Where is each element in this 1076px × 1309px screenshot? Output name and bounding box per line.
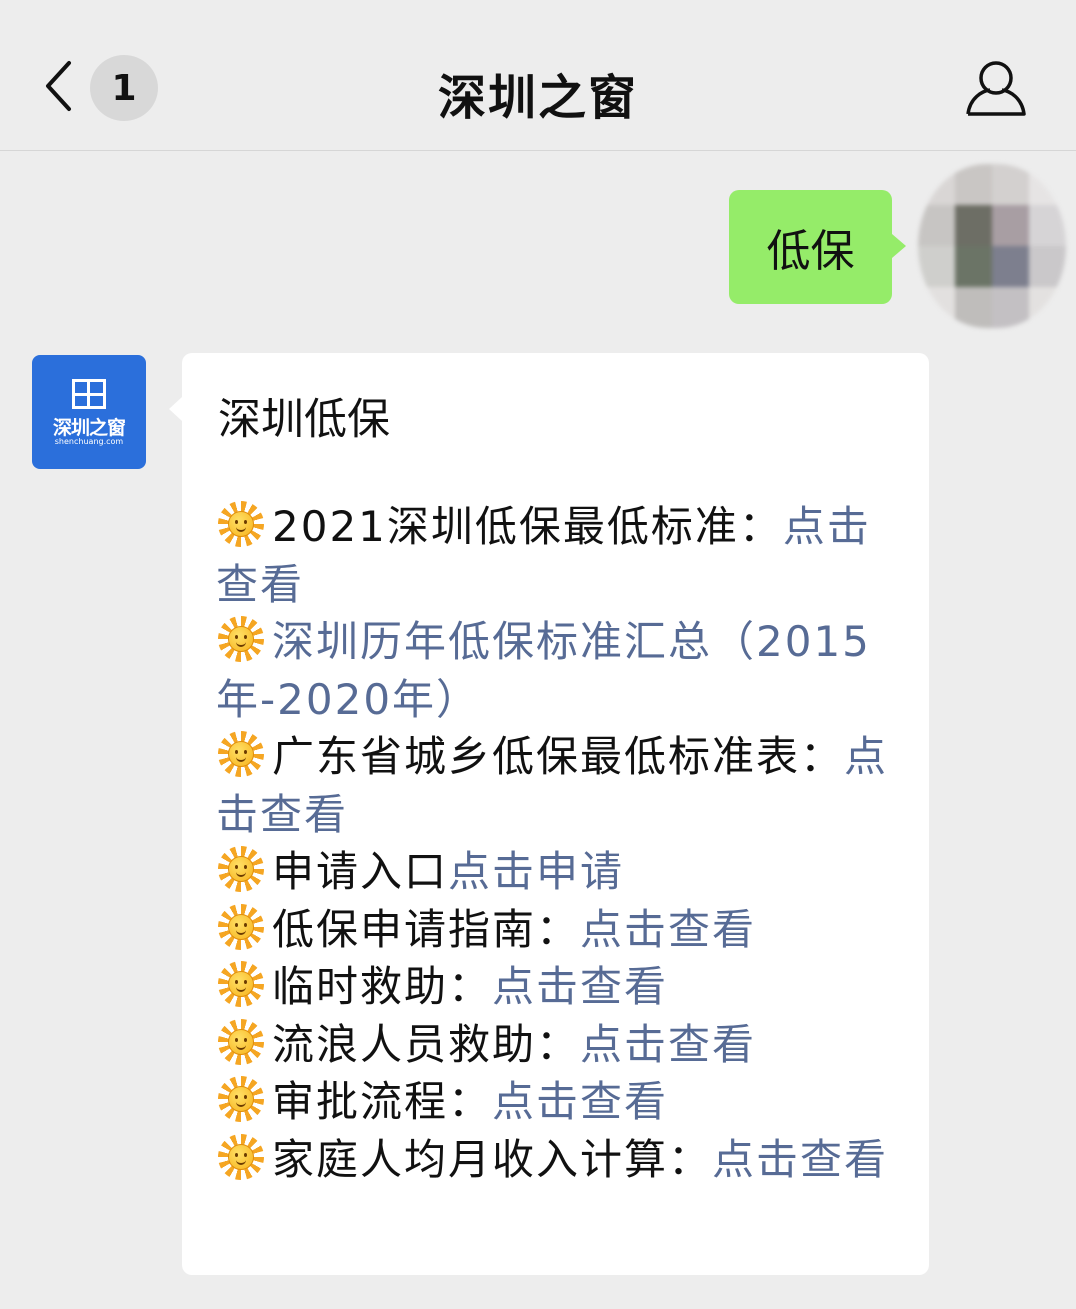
- list-item: 流浪人员救助：点击查看: [216, 1016, 906, 1074]
- item-link[interactable]: 点击申请: [448, 847, 624, 896]
- sun-emoji-icon: [216, 501, 268, 547]
- item-link[interactable]: 深圳历年低保标准汇总（2015年-2020年）: [216, 617, 871, 724]
- sun-emoji-icon: [216, 1018, 268, 1065]
- received-message-bubble: 深圳低保 2021深圳低保最低标准：点击查看 深圳历年低保标准汇总（2015年-…: [169, 353, 929, 1275]
- sent-message-bubble[interactable]: 低保: [729, 190, 906, 304]
- item-link[interactable]: 点击查看: [580, 905, 756, 954]
- sun-emoji-icon: [216, 1076, 268, 1122]
- sun-emoji-icon: [216, 731, 268, 777]
- list-item: 申请入口点击申请: [216, 843, 906, 901]
- item-text: 低保申请指南：: [272, 904, 581, 954]
- item-text: 2021深圳低保最低标准：: [272, 502, 783, 551]
- item-link[interactable]: 点击查看: [492, 1077, 668, 1126]
- message-title: 深圳低保: [218, 395, 390, 445]
- list-item: 低保申请指南：点击查看: [216, 901, 906, 959]
- list-item: 家庭人均月收入计算：点击查看: [216, 1131, 906, 1189]
- sun-emoji-icon: [216, 1133, 268, 1180]
- window-logo-icon: [72, 379, 106, 409]
- user-avatar[interactable]: [918, 164, 1066, 328]
- item-link[interactable]: 点击查看: [580, 1020, 756, 1069]
- message-body: 2021深圳低保最低标准：点击查看 深圳历年低保标准汇总（2015年-2020年…: [216, 498, 906, 1188]
- profile-button[interactable]: [962, 58, 1030, 118]
- sun-emoji-icon: [216, 846, 268, 892]
- item-text: 审批流程：: [272, 1077, 493, 1126]
- item-text: 家庭人均月收入计算：: [272, 1134, 713, 1184]
- list-item: 广东省城乡低保最低标准表：点击查看: [216, 728, 906, 843]
- item-text: 申请入口: [272, 847, 449, 896]
- official-account-avatar[interactable]: 深圳之窗 shenchuang.com: [32, 355, 146, 469]
- avatar-brand-domain: shenchuang.com: [54, 437, 124, 446]
- sun-emoji-icon: [216, 616, 268, 662]
- item-text: 流浪人员救助：: [272, 1019, 581, 1069]
- item-link[interactable]: 点击查看: [712, 1135, 888, 1184]
- person-icon: [966, 61, 1026, 116]
- list-item: 审批流程：点击查看: [216, 1073, 906, 1131]
- sun-emoji-icon: [216, 903, 268, 950]
- avatar-brand-name: 深圳之窗: [52, 417, 126, 439]
- item-text: 临时救助：: [272, 962, 493, 1011]
- chat-header: 1 深圳之窗: [0, 0, 1076, 151]
- list-item: 2021深圳低保最低标准：点击查看: [216, 498, 906, 613]
- item-link[interactable]: 点击查看: [492, 962, 668, 1011]
- chat-title: 深圳之窗: [437, 70, 638, 126]
- list-item: 深圳历年低保标准汇总（2015年-2020年）: [216, 613, 906, 728]
- list-item: 临时救助：点击查看: [216, 958, 906, 1016]
- item-text: 广东省城乡低保最低标准表：: [272, 732, 845, 781]
- sun-emoji-icon: [216, 961, 268, 1007]
